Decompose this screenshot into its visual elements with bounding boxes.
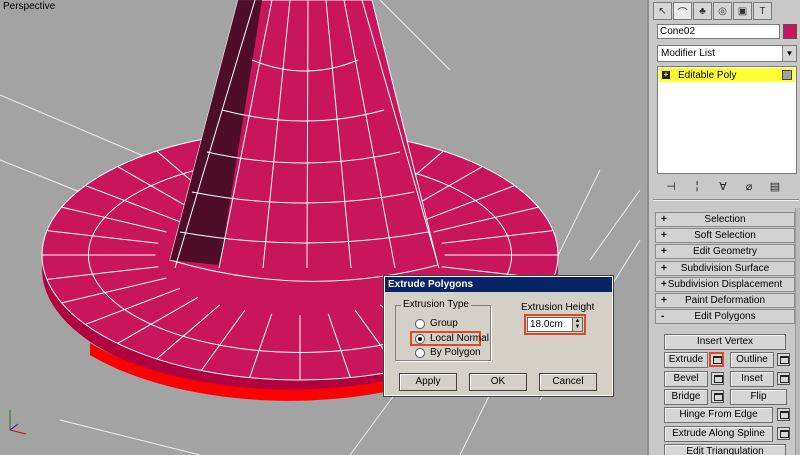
flip-button[interactable]: Flip bbox=[730, 389, 787, 405]
insert-vertex-button[interactable]: Insert Vertex bbox=[664, 334, 786, 350]
radio-by-polygon[interactable] bbox=[415, 347, 425, 358]
rollout-sign: + bbox=[661, 262, 667, 274]
stack-item-editable-poly[interactable]: + Editable Poly bbox=[659, 68, 795, 82]
motion-tab[interactable]: ◎ bbox=[713, 2, 732, 20]
rollout-label: Paint Deformation bbox=[684, 294, 766, 306]
radio-by-polygon-label: By Polygon bbox=[430, 347, 481, 358]
motion-wheel-icon: ◎ bbox=[718, 5, 727, 17]
ok-button[interactable]: OK bbox=[469, 373, 527, 391]
radio-local-normal-label: Local Normal bbox=[430, 333, 489, 344]
extrude-along-spline-settings-icon[interactable] bbox=[777, 427, 790, 440]
scene-grid-line bbox=[59, 419, 201, 455]
display-tab[interactable]: ▣ bbox=[733, 2, 752, 20]
panel-scrollbar[interactable] bbox=[795, 208, 800, 455]
bridge-settings-icon[interactable] bbox=[711, 390, 724, 403]
rollout-label: Subdivision Surface bbox=[680, 262, 770, 274]
hammer-icon: T bbox=[759, 5, 766, 17]
hierarchy-icon: ♣ bbox=[699, 5, 706, 17]
rollout-sign: + bbox=[661, 294, 667, 306]
rollout-subdivision-displacement[interactable]: + Subdivision Displacement bbox=[655, 276, 795, 292]
radio-by-polygon-option[interactable]: By Polygon bbox=[415, 347, 481, 358]
radio-local-normal[interactable] bbox=[415, 333, 425, 344]
scene-grid-line bbox=[379, 0, 451, 71]
radio-group-option[interactable]: Group bbox=[415, 318, 458, 329]
rollout-sign: - bbox=[661, 311, 665, 323]
modify-tab[interactable]: ⌒ bbox=[673, 2, 692, 20]
utilities-tab[interactable]: T bbox=[753, 2, 772, 20]
monitor-icon: ▣ bbox=[737, 5, 748, 17]
modifier-stack[interactable]: + Editable Poly bbox=[657, 66, 797, 174]
extrusion-height-value[interactable]: 18.0cm bbox=[530, 319, 563, 330]
spinner-arrows-icon[interactable]: ▲ ▼ bbox=[572, 318, 582, 331]
command-panel: ↖ ⌒ ♣ ◎ ▣ T Cone02 Modifier List ▼ + Edi… bbox=[647, 0, 800, 455]
show-end-result-icon[interactable]: ¦ bbox=[687, 179, 707, 193]
pin-stack-icon[interactable]: ⊣ bbox=[661, 179, 681, 193]
remove-modifier-icon[interactable]: ⌀ bbox=[739, 179, 759, 193]
configure-modifier-sets-icon[interactable]: ▤ bbox=[765, 179, 785, 193]
make-unique-icon[interactable]: ∀ bbox=[713, 179, 733, 193]
radio-group[interactable] bbox=[415, 318, 425, 329]
extrude-along-spline-button[interactable]: Extrude Along Spline bbox=[664, 426, 773, 442]
inset-settings-icon[interactable] bbox=[777, 372, 790, 385]
rollout-sign: + bbox=[661, 246, 667, 258]
stack-tools: ⊣ ¦ ∀ ⌀ ▤ bbox=[661, 179, 785, 193]
object-name-field[interactable]: Cone02 bbox=[657, 24, 780, 39]
hinge-from-edge-button[interactable]: Hinge From Edge bbox=[664, 407, 773, 423]
rollout-subdivision-surface[interactable]: + Subdivision Surface bbox=[655, 260, 795, 276]
scene-grid-line bbox=[589, 189, 641, 261]
rollout-label: Subdivision Displacement bbox=[667, 278, 783, 290]
modifier-list-label: Modifier List bbox=[661, 48, 715, 59]
rollout-label: Selection bbox=[704, 214, 746, 225]
axis-z-line bbox=[9, 423, 19, 431]
hinge-settings-icon[interactable] bbox=[777, 408, 790, 421]
rollout-label: Edit Polygons bbox=[694, 311, 756, 323]
inset-button[interactable]: Inset bbox=[730, 371, 774, 387]
bevel-settings-icon[interactable] bbox=[711, 372, 724, 385]
outline-button[interactable]: Outline bbox=[730, 352, 774, 368]
bridge-button[interactable]: Bridge bbox=[664, 389, 708, 405]
rollout-list: + Selection + Soft Selection + Edit Geometr… bbox=[655, 212, 795, 325]
panel-divider bbox=[653, 199, 799, 201]
axis-x-line bbox=[9, 429, 27, 435]
bevel-button[interactable]: Bevel bbox=[664, 371, 708, 387]
radio-local-normal-option[interactable]: Local Normal bbox=[415, 333, 489, 344]
edit-triangulation-button[interactable]: Edit Triangulation bbox=[664, 444, 786, 455]
viewport-label[interactable]: Perspective bbox=[3, 1, 55, 12]
extrude-settings-icon[interactable] bbox=[709, 352, 724, 367]
rollout-label: Edit Geometry bbox=[693, 246, 757, 258]
stack-item-label: Editable Poly bbox=[678, 69, 737, 81]
extrusion-height-spinner[interactable]: 18.0cm ▲ ▼ bbox=[527, 317, 583, 332]
rollout-sign: + bbox=[661, 230, 667, 242]
apply-button[interactable]: Apply bbox=[399, 373, 457, 391]
rollout-paint-deformation[interactable]: + Paint Deformation bbox=[655, 292, 795, 308]
rollout-soft-selection[interactable]: + Soft Selection bbox=[655, 228, 795, 244]
rollout-edit-geometry[interactable]: + Edit Geometry bbox=[655, 244, 795, 260]
dialog-title[interactable]: Extrude Polygons bbox=[385, 277, 612, 292]
expand-plus-icon[interactable]: + bbox=[662, 71, 670, 79]
radio-group-label: Group bbox=[430, 318, 458, 329]
extrusion-height-label: Extrusion Height bbox=[521, 302, 595, 313]
modifier-list-dropdown[interactable]: Modifier List ▼ bbox=[657, 45, 797, 62]
bend-arc-icon: ⌒ bbox=[677, 7, 688, 19]
command-panel-tabs: ↖ ⌒ ♣ ◎ ▣ T bbox=[653, 2, 772, 20]
extrusion-type-label: Extrusion Type bbox=[401, 299, 471, 310]
object-color-swatch[interactable] bbox=[783, 24, 797, 39]
arrow-pointer-icon: ↖ bbox=[658, 5, 667, 17]
hierarchy-tab[interactable]: ♣ bbox=[693, 2, 712, 20]
rollout-selection[interactable]: + Selection bbox=[655, 212, 795, 227]
rollout-edit-polygons[interactable]: - Edit Polygons bbox=[655, 309, 795, 325]
extrude-button[interactable]: Extrude bbox=[664, 352, 708, 368]
chevron-down-icon: ▼ bbox=[782, 46, 796, 61]
outline-settings-icon[interactable] bbox=[777, 353, 790, 366]
rollout-sign: + bbox=[661, 214, 667, 225]
extrude-polygons-dialog: Extrude Polygons Extrusion Type Group Lo… bbox=[383, 275, 614, 397]
stack-toggle-icon[interactable] bbox=[782, 70, 792, 80]
rollout-label: Soft Selection bbox=[694, 230, 756, 242]
create-tab[interactable]: ↖ bbox=[653, 2, 672, 20]
rollout-sign: + bbox=[661, 278, 667, 290]
cancel-button[interactable]: Cancel bbox=[539, 373, 597, 391]
